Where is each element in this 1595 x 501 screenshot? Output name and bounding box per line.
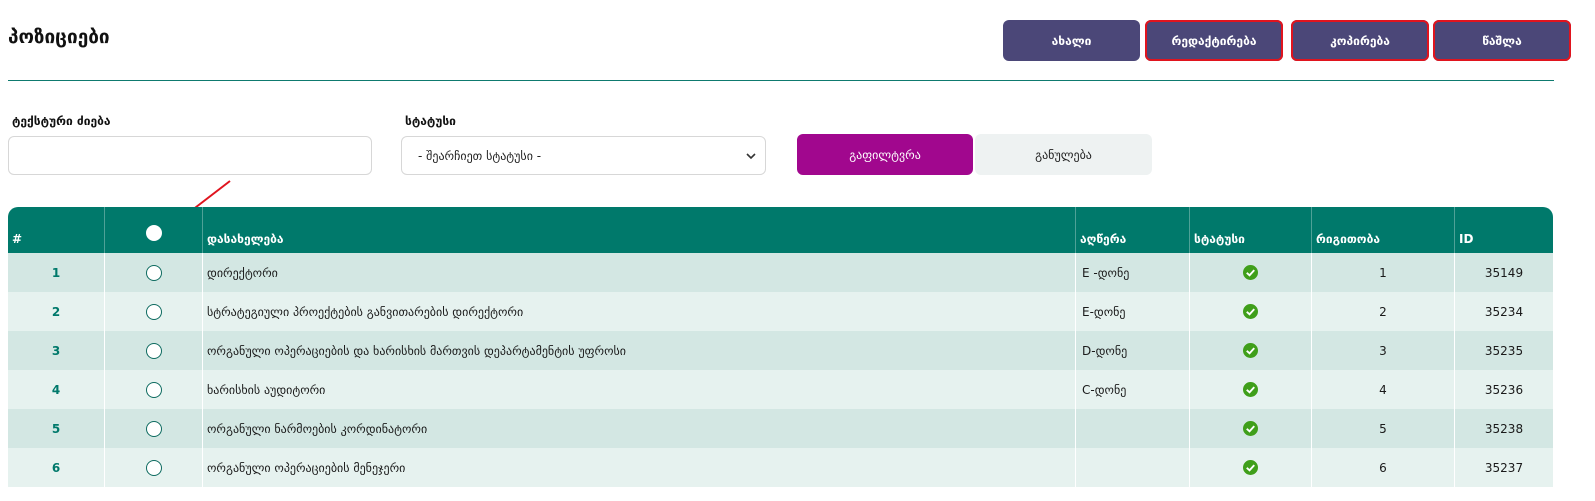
new-button[interactable]: ახალი	[1003, 20, 1140, 61]
row-id: 35236	[1484, 382, 1524, 397]
col-header-description[interactable]: აღწერა	[1076, 207, 1190, 253]
reset-button[interactable]: განულება	[975, 134, 1152, 175]
check-circle-icon	[1243, 382, 1258, 397]
table-row[interactable]: 4 ხარისხის აუდიტორი C-დონე 4 35236	[8, 370, 1553, 409]
row-description: C-დონე	[1076, 370, 1190, 409]
row-number: 1	[8, 253, 105, 292]
row-description	[1076, 448, 1190, 487]
row-order: 2	[1312, 292, 1455, 331]
col-header-status[interactable]: სტატუსი	[1190, 207, 1312, 253]
table-row[interactable]: 2 სტრატეგიული პროექტების განვითარების დი…	[8, 292, 1553, 331]
row-name: ორგანული ოპერაციების მენეჯერი	[203, 448, 1076, 487]
radio-icon[interactable]	[145, 381, 162, 398]
row-id: 35235	[1484, 343, 1524, 358]
row-number: 3	[8, 331, 105, 370]
header-divider	[8, 80, 1554, 81]
col-header-id[interactable]: ID	[1455, 207, 1553, 253]
row-number: 6	[8, 448, 105, 487]
row-status	[1190, 331, 1312, 370]
row-select-radio[interactable]	[105, 331, 203, 370]
row-order: 4	[1312, 370, 1455, 409]
row-status	[1190, 370, 1312, 409]
row-order: 1	[1312, 253, 1455, 292]
row-number: 2	[8, 292, 105, 331]
check-circle-icon	[1243, 421, 1258, 436]
col-header-number: #	[8, 207, 105, 253]
row-description: E-დონე	[1076, 292, 1190, 331]
row-name: სტრატეგიული პროექტების განვითარების დირე…	[203, 292, 1076, 331]
row-select-radio[interactable]	[105, 409, 203, 448]
select-all-radio[interactable]	[145, 225, 162, 241]
status-label: სტატუსი	[405, 114, 456, 128]
table-row[interactable]: 6 ორგანული ოპერაციების მენეჯერი 6 35237	[8, 448, 1553, 487]
row-status	[1190, 292, 1312, 331]
radio-icon[interactable]	[145, 264, 162, 281]
radio-icon[interactable]	[145, 420, 162, 437]
edit-button[interactable]: რედაქტირება	[1145, 20, 1283, 61]
table-row[interactable]: 1 დირექტორი E -დონე 1 35149	[8, 253, 1553, 292]
positions-table: # დასახელება აღწერა სტატუსი რიგითობა ID …	[8, 207, 1553, 487]
row-description	[1076, 409, 1190, 448]
row-order: 6	[1312, 448, 1455, 487]
row-description: D-დონე	[1076, 331, 1190, 370]
row-status	[1190, 448, 1312, 487]
row-id: 35149	[1484, 265, 1524, 280]
select-all-checkbox[interactable]	[105, 207, 203, 253]
table-body: 1 დირექტორი E -დონე 1 35149 2 სტრატეგიულ…	[8, 253, 1553, 487]
table-row[interactable]: 3 ორგანული ოპერაციების და ხარისხის მართვ…	[8, 331, 1553, 370]
row-number: 4	[8, 370, 105, 409]
action-toolbar: ახალი რედაქტირება კოპირება წაშლა	[995, 20, 1595, 62]
status-select-value: - შეარჩიეთ სტატუსი -	[418, 148, 542, 163]
radio-icon[interactable]	[145, 303, 162, 320]
search-input[interactable]	[8, 136, 372, 175]
row-select-radio[interactable]	[105, 253, 203, 292]
row-select-radio[interactable]	[105, 370, 203, 409]
row-status	[1190, 409, 1312, 448]
check-circle-icon	[1243, 265, 1258, 280]
row-id: 35237	[1484, 460, 1524, 475]
row-name: ორგანული ნარმოების კორდინატორი	[203, 409, 1076, 448]
check-circle-icon	[1243, 304, 1258, 319]
table-header: # დასახელება აღწერა სტატუსი რიგითობა ID	[8, 207, 1553, 253]
check-circle-icon	[1243, 460, 1258, 475]
row-select-radio[interactable]	[105, 292, 203, 331]
row-name: ორგანული ოპერაციების და ხარისხის მართვის…	[203, 331, 1076, 370]
radio-icon[interactable]	[145, 459, 162, 476]
row-order: 3	[1312, 331, 1455, 370]
row-name: დირექტორი	[203, 253, 1076, 292]
row-description: E -დონე	[1076, 253, 1190, 292]
row-id: 35234	[1484, 304, 1524, 319]
row-number: 5	[8, 409, 105, 448]
copy-button[interactable]: კოპირება	[1291, 20, 1429, 61]
chevron-down-icon	[746, 153, 756, 160]
check-circle-icon	[1243, 343, 1258, 358]
filter-button[interactable]: გაფილტვრა	[797, 134, 973, 175]
row-name: ხარისხის აუდიტორი	[203, 370, 1076, 409]
row-id: 35238	[1484, 421, 1524, 436]
delete-button[interactable]: წაშლა	[1433, 20, 1571, 61]
col-header-order[interactable]: რიგითობა	[1312, 207, 1455, 253]
radio-icon[interactable]	[145, 342, 162, 359]
page-title: პოზიციები	[8, 26, 110, 48]
row-order: 5	[1312, 409, 1455, 448]
table-row[interactable]: 5 ორგანული ნარმოების კორდინატორი 5 35238	[8, 409, 1553, 448]
status-select[interactable]: - შეარჩიეთ სტატუსი -	[401, 136, 766, 175]
row-status	[1190, 253, 1312, 292]
search-label: ტექსტური ძიება	[12, 114, 111, 128]
col-header-name[interactable]: დასახელება	[203, 207, 1076, 253]
row-select-radio[interactable]	[105, 448, 203, 487]
